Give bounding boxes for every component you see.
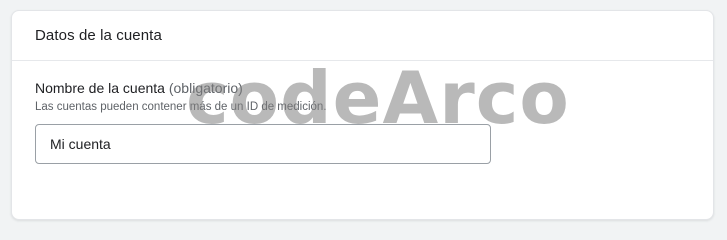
account-name-input[interactable] — [35, 124, 491, 164]
required-note: (obligatorio) — [168, 80, 243, 96]
card-title: Datos de la cuenta — [35, 27, 162, 44]
account-name-label-text: Nombre de la cuenta — [35, 80, 165, 96]
account-name-label: Nombre de la cuenta (obligatorio) — [35, 79, 690, 97]
account-details-card: Datos de la cuenta Nombre de la cuenta (… — [11, 10, 714, 220]
account-name-help-text: Las cuentas pueden contener más de un ID… — [35, 101, 327, 113]
card-body: Nombre de la cuenta (obligatorio) Las cu… — [12, 61, 713, 164]
card-header: Datos de la cuenta — [12, 11, 713, 61]
